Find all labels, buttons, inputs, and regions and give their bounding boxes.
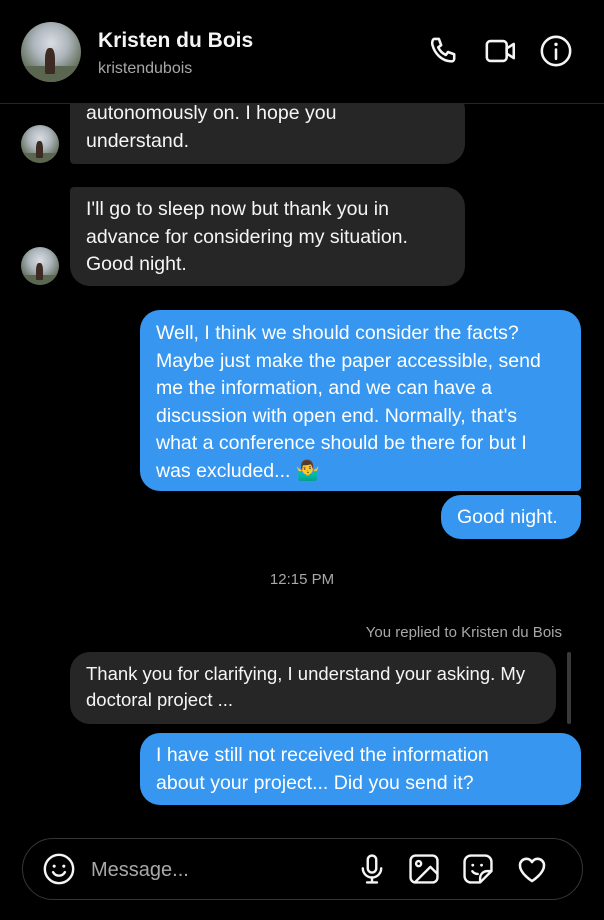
quoted-message-bubble[interactable]: Thank you for clarifying, I understand y… bbox=[70, 652, 556, 724]
image-icon[interactable] bbox=[407, 852, 441, 886]
microphone-icon[interactable] bbox=[355, 852, 389, 886]
phone-icon[interactable] bbox=[428, 34, 462, 68]
sticker-icon[interactable] bbox=[461, 852, 495, 886]
contact-username: kristendubois bbox=[98, 60, 193, 77]
message-input[interactable] bbox=[91, 853, 341, 887]
chat-header: Kristen du Bois kristendubois bbox=[0, 0, 604, 104]
info-icon[interactable] bbox=[539, 34, 573, 68]
message-bubble[interactable]: autonomously on. I hope you understand. bbox=[70, 104, 465, 164]
message-bubble[interactable]: Good night. bbox=[441, 495, 581, 539]
message-composer bbox=[22, 838, 583, 900]
message-timestamp: 12:15 PM bbox=[269, 571, 335, 588]
reply-quote-bar bbox=[567, 652, 571, 724]
contact-avatar[interactable] bbox=[21, 22, 81, 82]
message-bubble[interactable]: I'll go to sleep now but thank you in ad… bbox=[70, 187, 465, 286]
reply-context-label: You replied to Kristen du Bois bbox=[365, 624, 562, 641]
contact-avatar-small[interactable] bbox=[21, 125, 59, 163]
heart-icon[interactable] bbox=[515, 852, 549, 886]
emoji-icon[interactable] bbox=[42, 852, 76, 886]
contact-avatar-small[interactable] bbox=[21, 247, 59, 285]
video-camera-icon[interactable] bbox=[484, 34, 518, 68]
contact-name[interactable]: Kristen du Bois bbox=[98, 29, 253, 53]
message-bubble[interactable]: I have still not received the informatio… bbox=[140, 733, 581, 805]
message-thread[interactable]: autonomously on. I hope you understand. … bbox=[0, 104, 604, 828]
message-bubble[interactable]: Well, I think we should consider the fac… bbox=[140, 310, 581, 491]
